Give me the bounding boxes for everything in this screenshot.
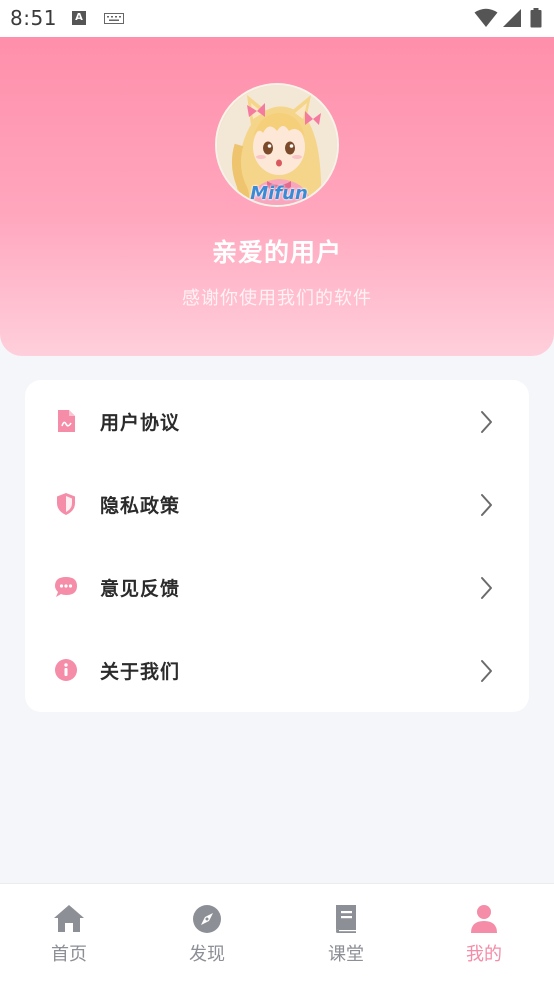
- greeting-subtitle: 感谢你使用我们的软件: [182, 288, 372, 309]
- nav-tab-home[interactable]: 首页: [0, 884, 138, 984]
- wifi-icon: [474, 8, 498, 27]
- nav-tab-discover[interactable]: 发现: [138, 884, 276, 984]
- avatar[interactable]: Mifun: [215, 83, 339, 207]
- document-icon: [58, 410, 75, 432]
- avatar-logo-text: Mifun: [250, 183, 308, 204]
- person-icon: [471, 905, 497, 933]
- greeting-title: 亲爱的用户: [211, 238, 342, 267]
- menu-label: 关于我们: [100, 661, 181, 683]
- chevron-right-icon: [481, 494, 492, 516]
- menu-label: 隐私政策: [100, 495, 181, 517]
- a-notification-icon: A: [72, 11, 86, 25]
- nav-label: 课堂: [328, 944, 364, 965]
- bottom-navigation: 首页 发现 课堂 我的: [0, 883, 554, 984]
- chevron-right-icon: [481, 411, 492, 433]
- menu-item-about-us[interactable]: 关于我们: [25, 629, 529, 712]
- chat-bubble-icon: [55, 577, 77, 597]
- home-icon: [54, 905, 84, 932]
- profile-header: Mifun 亲爱的用户 感谢你使用我们的软件: [0, 37, 554, 356]
- status-bar: 8:51 A: [0, 0, 554, 37]
- book-icon: [336, 905, 356, 933]
- menu-label: 意见反馈: [100, 578, 181, 600]
- chevron-right-icon: [481, 577, 492, 599]
- menu-label: 用户协议: [100, 412, 181, 434]
- chevron-right-icon: [481, 660, 492, 682]
- signal-icon: [503, 9, 521, 27]
- battery-icon: [530, 8, 542, 28]
- shield-icon: [57, 493, 75, 515]
- nav-label: 我的: [466, 944, 502, 965]
- status-time: 8:51: [10, 6, 57, 30]
- settings-menu: 用户协议 隐私政策 意见反馈 关于我们: [25, 380, 529, 712]
- menu-item-privacy-policy[interactable]: 隐私政策: [25, 463, 529, 546]
- info-icon: [55, 659, 77, 681]
- nav-label: 发现: [189, 944, 225, 965]
- nav-tab-classroom[interactable]: 课堂: [277, 884, 415, 984]
- nav-label: 首页: [51, 944, 87, 965]
- menu-item-user-agreement[interactable]: 用户协议: [25, 380, 529, 463]
- nav-tab-mine[interactable]: 我的: [415, 884, 553, 984]
- compass-icon: [193, 905, 221, 933]
- menu-item-feedback[interactable]: 意见反馈: [25, 546, 529, 629]
- keyboard-icon: [104, 13, 124, 24]
